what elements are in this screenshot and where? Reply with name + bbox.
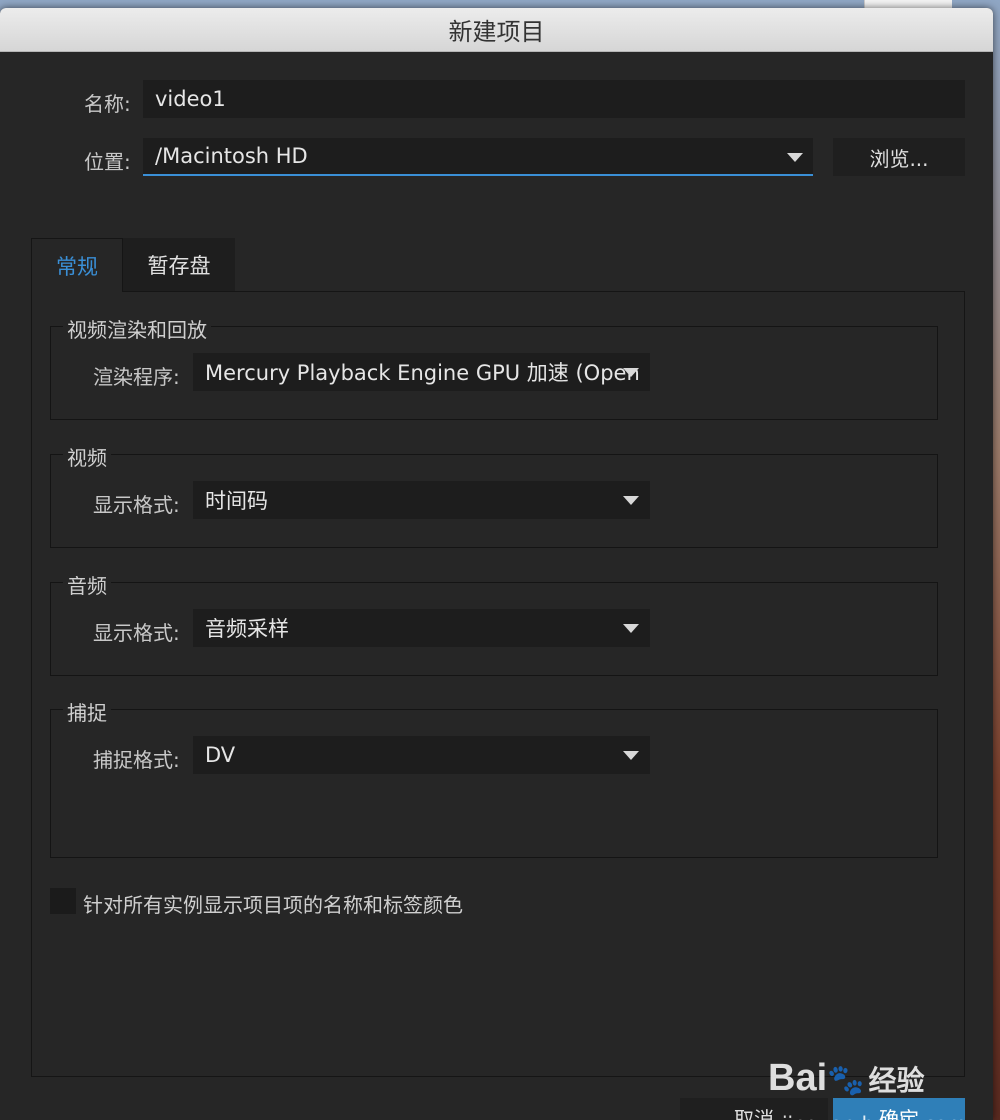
tab-scratch-disks[interactable]: 暂存盘: [123, 238, 235, 292]
renderer-dropdown-value: Mercury Playback Engine GPU 加速 (Open: [205, 361, 640, 385]
renderer-chevron-down-icon: [623, 368, 639, 377]
name-input-value: video1: [155, 87, 226, 111]
video-format-chevron-down-icon: [623, 496, 639, 505]
group-audio-title: 音频: [63, 570, 111, 599]
dialog-body: 名称: video1 位置: /Macintosh HD 浏览... 常规 暂存…: [0, 52, 993, 1120]
dialog-title: 新建项目: [448, 18, 545, 46]
renderer-dropdown[interactable]: Mercury Playback Engine GPU 加速 (Open: [193, 353, 650, 391]
group-capture: [50, 709, 938, 858]
location-chevron-down-icon: [787, 153, 803, 162]
group-video-title: 视频: [63, 442, 111, 471]
audio-display-format-dropdown[interactable]: 音频采样: [193, 609, 650, 647]
audio-display-format-value: 音频采样: [205, 617, 289, 641]
location-label: 位置:: [84, 150, 131, 174]
capture-format-label: 捕捉格式:: [93, 748, 180, 772]
location-dropdown[interactable]: /Macintosh HD: [143, 138, 813, 176]
baidu-watermark-site: jingyan.baidu.com: [782, 1112, 967, 1120]
browse-button[interactable]: 浏览...: [833, 138, 965, 176]
dialog-title-bar: 新建项目: [0, 8, 993, 52]
capture-format-dropdown[interactable]: DV: [193, 736, 650, 774]
group-capture-title: 捕捉: [63, 697, 111, 726]
tab-panel-general: 视频渲染和回放 渲染程序: Mercury Playback Engine GP…: [31, 291, 965, 1077]
tab-scratch-disks-label: 暂存盘: [147, 254, 211, 278]
tab-general-label: 常规: [56, 254, 98, 279]
name-label: 名称:: [84, 92, 131, 116]
watermark-brand2-text: 经验: [868, 1065, 925, 1096]
show-names-labels-checkbox-label: 针对所有实例显示项目项的名称和标签颜色: [83, 893, 463, 917]
video-display-format-dropdown[interactable]: 时间码: [193, 481, 650, 519]
cancel-button-label: 取消: [734, 1106, 774, 1120]
new-project-dialog: 新建项目 名称: video1 位置: /Macintosh HD 浏览... …: [0, 8, 993, 1120]
name-input[interactable]: video1: [143, 80, 965, 118]
group-video-rendering-title: 视频渲染和回放: [63, 314, 211, 343]
show-names-labels-checkbox[interactable]: [50, 888, 76, 914]
video-display-format-label: 显示格式:: [93, 493, 180, 517]
watermark-brand-text: Bai: [768, 1057, 828, 1099]
video-display-format-value: 时间码: [205, 489, 268, 513]
audio-format-chevron-down-icon: [623, 624, 639, 633]
renderer-label: 渲染程序:: [93, 365, 180, 389]
baidu-watermark-brand: Bai🐾 经验: [768, 1057, 925, 1099]
capture-format-chevron-down-icon: [623, 751, 639, 760]
tab-general[interactable]: 常规: [31, 238, 123, 292]
audio-display-format-label: 显示格式:: [93, 621, 180, 645]
capture-format-value: DV: [205, 743, 236, 767]
location-dropdown-value: /Macintosh HD: [155, 144, 308, 168]
browse-button-label: 浏览...: [869, 146, 929, 171]
